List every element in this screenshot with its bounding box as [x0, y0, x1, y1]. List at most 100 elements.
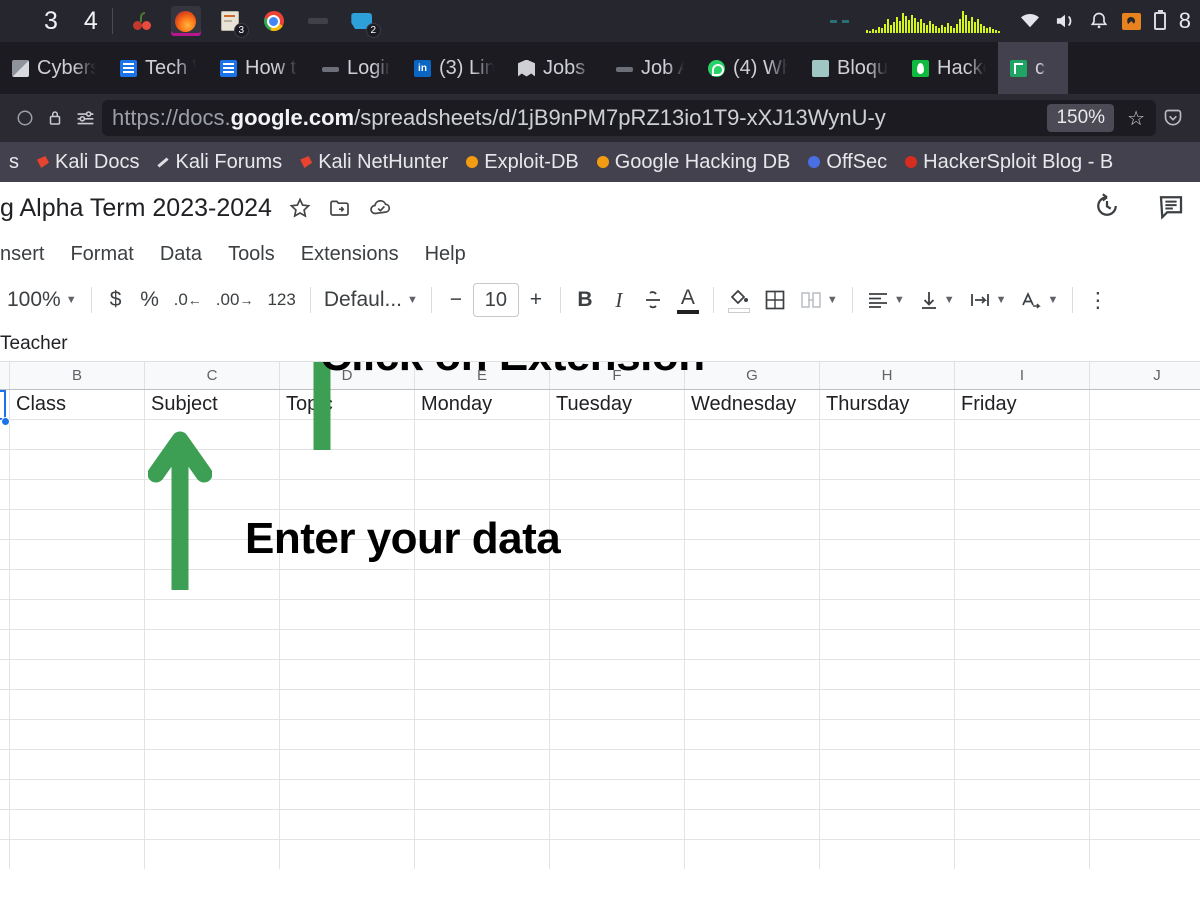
grid-cell[interactable] [280, 630, 415, 660]
header-cell-J1[interactable] [1090, 390, 1200, 420]
grid-cell[interactable] [955, 720, 1090, 750]
grid-cell[interactable] [1090, 510, 1200, 540]
table-row[interactable]: Class Subject Topic Monday Tuesday Wednesday T… [0, 390, 1200, 420]
grid-cell[interactable] [1090, 840, 1200, 869]
grid-cell[interactable] [820, 510, 955, 540]
menu-item-data[interactable]: Data [160, 243, 202, 266]
cell-fill-handle[interactable] [1, 417, 10, 426]
grid-cell[interactable] [0, 660, 10, 690]
grid-cell[interactable] [955, 690, 1090, 720]
percent-button[interactable]: % [133, 282, 167, 318]
grid-cell[interactable] [955, 450, 1090, 480]
grid-cell[interactable] [955, 840, 1090, 869]
bookmark-item-3[interactable]: Kali NetHunter [291, 151, 457, 174]
column-header-G[interactable]: G [685, 362, 820, 389]
workspace-3[interactable]: 3 [44, 8, 58, 34]
grid-cell[interactable] [280, 600, 415, 630]
grid-cell[interactable] [820, 720, 955, 750]
grid-cell[interactable] [280, 570, 415, 600]
menu-item-extensions[interactable]: Extensions [301, 243, 399, 266]
grid-cell[interactable] [550, 840, 685, 869]
decrease-decimal-button[interactable]: .0 ← [167, 282, 209, 318]
pocket-icon[interactable] [1156, 108, 1190, 128]
grid-cell[interactable] [1090, 720, 1200, 750]
bookmark-item-6[interactable]: OffSec [799, 151, 896, 174]
browser-tab-9[interactable]: Bloque [800, 42, 900, 94]
grid-cell[interactable] [685, 810, 820, 840]
grid-cell[interactable] [415, 480, 550, 510]
bookmark-item-4[interactable]: Exploit-DB [457, 151, 587, 174]
grid-cell[interactable] [10, 840, 145, 869]
more-formats-button[interactable]: 123 [260, 282, 302, 318]
grid-cell[interactable] [10, 630, 145, 660]
grid-cell[interactable] [1090, 570, 1200, 600]
address-bar[interactable]: https://docs.google.com/spreadsheets/d/1… [102, 100, 1156, 136]
grid-cell[interactable] [415, 450, 550, 480]
lock-icon[interactable] [40, 109, 70, 127]
grid-cell[interactable] [550, 660, 685, 690]
comments-icon[interactable] [1156, 191, 1186, 226]
grid-cell[interactable] [10, 480, 145, 510]
table-row[interactable] [0, 630, 1200, 660]
document-title[interactable]: g Alpha Term 2023-2024 [0, 194, 272, 223]
column-header-A[interactable] [0, 362, 10, 389]
grid-cell[interactable] [145, 810, 280, 840]
workspace-switcher[interactable]: 3 4 [0, 8, 98, 34]
grid-cell[interactable] [0, 570, 10, 600]
browser-tab-8[interactable]: (4) Wha [696, 42, 800, 94]
permissions-icon[interactable] [70, 110, 100, 126]
grid-cell[interactable] [415, 420, 550, 450]
table-row[interactable] [0, 810, 1200, 840]
column-header-C[interactable]: C [145, 362, 280, 389]
grid-cell[interactable] [145, 600, 280, 630]
grid-cell[interactable] [280, 660, 415, 690]
grid-cell[interactable] [10, 810, 145, 840]
grid-cell[interactable] [955, 660, 1090, 690]
grid-cell[interactable] [415, 660, 550, 690]
italic-button[interactable]: I [602, 282, 636, 318]
browser-tab-3[interactable]: How to [208, 42, 310, 94]
grid-cell[interactable] [685, 510, 820, 540]
document-icon[interactable]: 3 [215, 6, 249, 38]
grid-cell[interactable] [10, 660, 145, 690]
grid-cell[interactable] [820, 480, 955, 510]
grid-cell[interactable] [820, 660, 955, 690]
grid-cell[interactable] [820, 690, 955, 720]
grid-cell[interactable] [280, 840, 415, 869]
star-icon[interactable] [288, 196, 312, 220]
grid-cell[interactable] [685, 720, 820, 750]
grid-cell[interactable] [0, 720, 10, 750]
grid-cell[interactable] [0, 750, 10, 780]
bookmark-item-2[interactable]: Kali Forums [148, 151, 291, 174]
grid-cell[interactable] [685, 450, 820, 480]
grid-cell[interactable] [955, 510, 1090, 540]
grid-cell[interactable] [1090, 750, 1200, 780]
grid-cell[interactable] [0, 510, 10, 540]
grid-cell[interactable] [1090, 780, 1200, 810]
grid-cell[interactable] [820, 600, 955, 630]
browser-tab-6[interactable]: Jobs fo [506, 42, 604, 94]
grid-cell[interactable] [685, 660, 820, 690]
bookmark-item-5[interactable]: Google Hacking DB [588, 151, 800, 174]
header-cell-I1[interactable]: Friday [955, 390, 1090, 420]
grid-cell[interactable] [10, 420, 145, 450]
column-header-B[interactable]: B [10, 362, 145, 389]
grid-cell[interactable] [685, 780, 820, 810]
browser-tab-10[interactable]: Hacker [900, 42, 998, 94]
bookmark-item-7[interactable]: HackerSploit Blog - B [896, 151, 1122, 174]
browser-tab-2[interactable]: Tech W [108, 42, 208, 94]
grid-cell[interactable] [955, 570, 1090, 600]
grid-cell[interactable] [280, 690, 415, 720]
grid-cell[interactable] [415, 570, 550, 600]
grid-cell[interactable] [415, 600, 550, 630]
grid-cell[interactable] [820, 420, 955, 450]
increase-font-size-button[interactable]: + [519, 282, 553, 318]
grid-cell[interactable] [550, 600, 685, 630]
grid-cell[interactable] [0, 540, 10, 570]
grid-cell[interactable] [145, 780, 280, 810]
bookmark-item-1[interactable]: Kali Docs [28, 151, 148, 174]
grid-cell[interactable] [10, 750, 145, 780]
browser-tab-11[interactable]: c [998, 42, 1068, 94]
grid-cell[interactable] [10, 540, 145, 570]
grid-cell[interactable] [820, 630, 955, 660]
